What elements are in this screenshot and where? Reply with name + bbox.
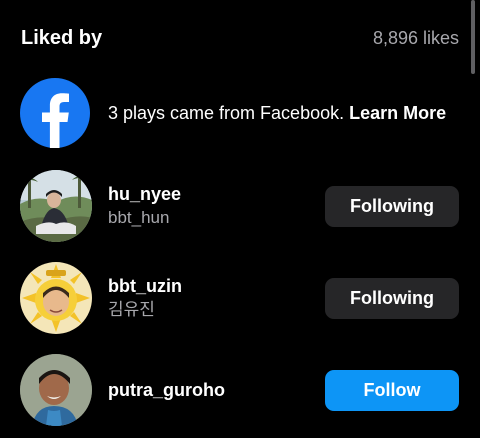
facebook-plays-notice: 3 plays came from Facebook. Learn More — [20, 78, 460, 148]
full-name: bbt_hun — [108, 208, 170, 227]
following-button[interactable]: Following — [325, 277, 459, 319]
user-names: bbt_uzin 김유진 — [108, 275, 325, 321]
list-item-user[interactable]: putra_guroho Follow — [20, 354, 459, 426]
user-names: hu_nyee bbt_hun — [108, 183, 325, 229]
scrollbar[interactable] — [471, 0, 475, 74]
user-names: putra_guroho — [108, 379, 325, 401]
following-button[interactable]: Following — [325, 185, 459, 227]
username[interactable]: bbt_uzin — [108, 275, 325, 297]
avatar-image-putra-guroho — [20, 354, 92, 426]
liked-by-title: Liked by — [21, 26, 103, 49]
liked-by-header: Liked by 8,896 likes — [21, 24, 459, 52]
avatar[interactable] — [20, 170, 92, 242]
list-item-user[interactable]: hu_nyee bbt_hun Following — [20, 170, 459, 242]
follow-button[interactable]: Follow — [325, 369, 459, 411]
likes-count: 8,896 likes — [372, 27, 459, 48]
avatar-image-hu-nyee — [20, 170, 92, 242]
facebook-logo-icon — [20, 78, 90, 148]
avatar-image-bbt-uzin — [20, 262, 92, 334]
learn-more-link[interactable]: Learn More — [349, 103, 446, 123]
liked-by-sheet: Liked by 8,896 likes 3 plays came from F… — [0, 0, 480, 438]
avatar[interactable] — [20, 262, 92, 334]
list-item-user[interactable]: bbt_uzin 김유진 Following — [20, 262, 459, 334]
avatar[interactable] — [20, 354, 92, 426]
username[interactable]: putra_guroho — [108, 379, 325, 401]
username[interactable]: hu_nyee — [108, 183, 325, 205]
full-name: 김유진 — [108, 300, 155, 319]
facebook-plays-text: 3 plays came from Facebook. Learn More — [108, 103, 446, 124]
facebook-plays-message: 3 plays came from Facebook. — [108, 102, 345, 123]
